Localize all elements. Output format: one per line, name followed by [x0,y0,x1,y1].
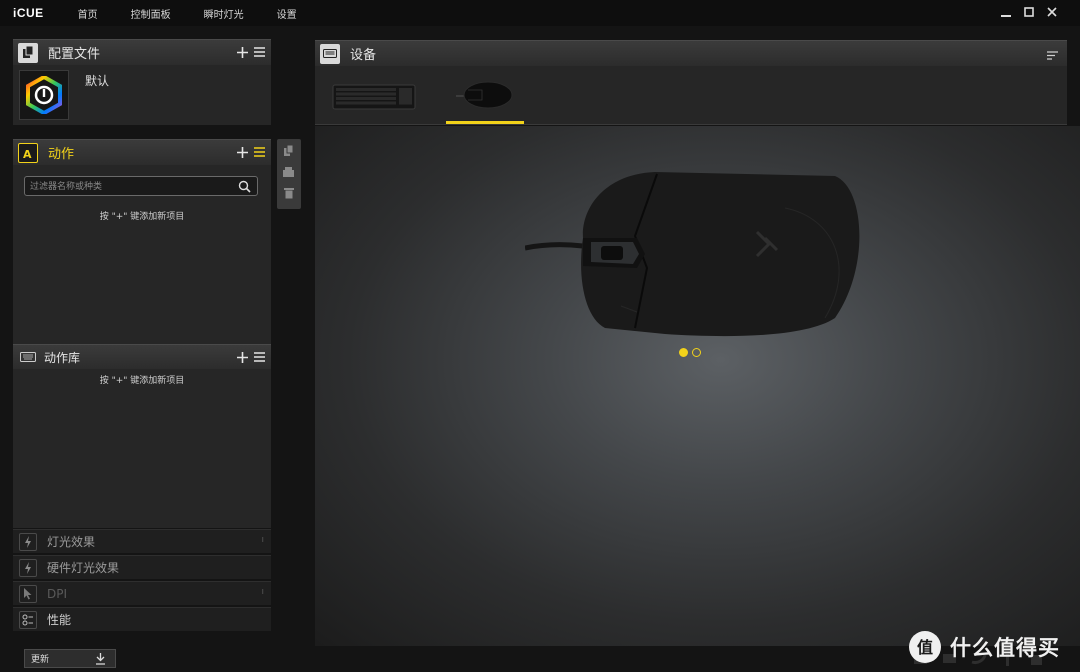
watermark-logo: 值 [909,631,941,663]
svg-text:值: 值 [917,638,933,657]
device-page-dots [679,348,701,357]
minimize-button[interactable] [1000,4,1012,20]
add-action-button[interactable] [237,144,248,160]
menu-icon [254,47,265,57]
search-icon[interactable] [238,180,251,193]
action-library-actions [237,349,265,365]
section-label: 灯光效果 [47,535,96,549]
profiles-actions [237,44,265,60]
page-dot-2[interactable] [692,348,701,357]
section-performance[interactable]: 性能 [13,607,271,631]
devices-header: 设备 [315,40,1067,66]
duplicate-button[interactable] [282,143,296,158]
profiles-title: 配置文件 [48,47,101,62]
device-tabs [315,66,1067,125]
lightning-icon [19,558,37,577]
main-nav: 首页 控制面板 瞬时灯光 设置 [78,6,330,21]
delete-button[interactable] [282,185,296,200]
section-label: DPI [47,586,68,601]
export-icon [283,166,294,177]
devices-sort-button[interactable] [1047,47,1058,63]
actions-search[interactable] [24,176,258,196]
section-dpi[interactable]: DPI ı [13,581,271,605]
profiles-header: 配置文件 [13,39,271,65]
lightning-icon [19,532,37,551]
plus-icon [237,146,248,158]
update-button[interactable]: 更新 [24,649,116,668]
selected-tab-indicator [446,121,524,124]
profiles-list: 默认 [13,65,271,125]
devices-actions [1047,47,1058,63]
minimize-icon [1001,15,1011,17]
profile-name[interactable]: 默认 [85,72,109,89]
profiles-menu-button[interactable] [254,44,265,60]
action-library-header: 动作库 [13,344,271,369]
nav-home[interactable]: 首页 [78,6,98,21]
actions-list: 按 "+" 键添加新项目 [13,165,271,345]
plus-icon [237,46,248,58]
window-controls [1000,4,1058,20]
icue-logo-icon [26,76,62,114]
actions-title: 动作 [48,147,75,162]
nav-instant-lighting[interactable]: 瞬时灯光 [204,6,244,21]
section-indicator: ı [261,535,264,545]
action-library-title: 动作库 [44,350,81,365]
close-icon [1047,7,1057,17]
keyboard-library-icon [18,347,38,367]
watermark: 值 什么值得买 [908,630,1060,664]
section-indicator: ı [261,587,264,597]
trash-icon [284,187,294,198]
plus-icon [237,351,248,363]
nav-settings[interactable]: 设置 [277,6,297,21]
section-lighting-effects[interactable]: 灯光效果 ı [13,529,271,553]
actions-header: A 动作 [13,139,271,165]
page-dot-1[interactable] [679,348,688,357]
app-logo: iCUE [13,6,44,20]
profiles-icon [18,42,38,63]
update-label: 更新 [31,655,50,665]
actions-icon: A [18,142,38,163]
cursor-icon [19,584,37,603]
duplicate-icon [284,144,294,156]
performance-icon [19,610,37,629]
menu-icon [254,352,265,362]
device-preview [315,126,1080,646]
keyboard-icon [332,84,416,110]
title-bar: iCUE 首页 控制面板 瞬时灯光 设置 [0,0,1080,26]
action-library-list: 按 "+" 键添加新项目 [13,369,271,528]
actions-actions [237,144,265,160]
sort-icon [1047,50,1058,60]
actions-menu-button[interactable] [254,144,265,160]
download-icon [96,653,105,665]
actions-side-toolbar [277,139,301,209]
device-tab-mouse[interactable] [453,72,515,118]
devices-icon [320,43,340,64]
nav-dashboard[interactable]: 控制面板 [131,6,171,21]
svg-text:A: A [23,148,32,159]
device-tab-keyboard[interactable] [331,72,417,118]
add-profile-button[interactable] [237,44,248,60]
close-button[interactable] [1046,4,1058,20]
add-library-item-button[interactable] [237,349,248,365]
actions-empty-hint: 按 "+" 键添加新项目 [99,212,185,222]
menu-icon [254,147,265,157]
profile-item-default[interactable] [19,70,69,120]
devices-title: 设备 [350,48,377,63]
mouse-image[interactable] [525,168,865,338]
mouse-icon [456,81,513,109]
actions-search-input[interactable] [30,180,230,193]
watermark-text: 什么值得买 [950,636,1060,660]
export-button[interactable] [282,164,296,179]
section-label: 硬件灯光效果 [47,561,120,575]
section-label: 性能 [47,613,72,627]
section-hardware-lighting[interactable]: 硬件灯光效果 [13,555,271,579]
maximize-icon [1024,7,1034,17]
maximize-button[interactable] [1023,4,1035,20]
action-library-empty-hint: 按 "+" 键添加新项目 [99,376,185,386]
action-library-menu-button[interactable] [254,349,265,365]
